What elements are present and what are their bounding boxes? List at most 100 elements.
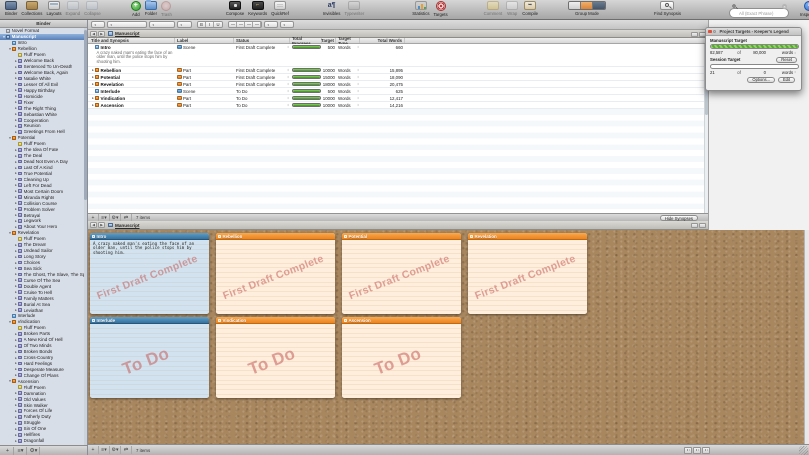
target-type-cell[interactable]: Words bbox=[336, 95, 360, 101]
label-cell[interactable]: Part bbox=[175, 95, 234, 101]
toolbar-button-add[interactable]: Add bbox=[129, 0, 143, 20]
index-card[interactable]: PotentialFirst Draft Complete bbox=[342, 233, 461, 314]
add-menu-button[interactable]: ≡▾ bbox=[15, 447, 27, 455]
font-family-dropdown[interactable] bbox=[107, 21, 147, 28]
italic-button[interactable]: I bbox=[206, 22, 214, 27]
outliner-row[interactable]: ▸AscensionPartTo Do10000Words14,216 bbox=[88, 102, 708, 109]
index-card[interactable]: IntroA crazy naked man's eating the face… bbox=[90, 233, 209, 314]
line-spacing-dropdown[interactable] bbox=[264, 21, 278, 28]
toolbar-button-compile[interactable]: Compile bbox=[520, 0, 540, 20]
toolbar-button-wrap[interactable]: Wrap bbox=[504, 0, 520, 20]
status-cell[interactable]: First Draft Complete bbox=[234, 74, 290, 80]
list-style-dropdown[interactable] bbox=[280, 21, 294, 28]
status-cell[interactable]: First Draft Complete bbox=[234, 44, 290, 50]
label-cell[interactable]: Part bbox=[175, 74, 234, 80]
toolbar-button-collections[interactable]: Collections bbox=[19, 0, 44, 20]
outliner-row[interactable]: IntroA crazy naked man's eating the face… bbox=[88, 44, 708, 67]
label-cell[interactable]: Part bbox=[175, 102, 234, 108]
index-card[interactable]: AscensionTo Do bbox=[342, 317, 461, 398]
target-value[interactable]: 10000 bbox=[322, 67, 336, 73]
column-header-title[interactable]: Title and Synopsis bbox=[88, 38, 175, 43]
index-card-body[interactable]: To Do bbox=[342, 324, 461, 398]
align-justify-button[interactable] bbox=[253, 22, 261, 27]
search-box[interactable]: × bbox=[729, 2, 789, 12]
target-value[interactable]: 500 bbox=[322, 88, 336, 94]
toolbar-button-collapse[interactable]: Collapse bbox=[82, 0, 103, 20]
label-cell[interactable]: Scene bbox=[175, 88, 234, 94]
index-card-body[interactable]: First Draft Complete bbox=[468, 240, 587, 314]
toolbar-button-inspector[interactable]: Inspector bbox=[798, 0, 809, 20]
font-variant-dropdown[interactable] bbox=[149, 21, 175, 28]
back-icon[interactable]: ◀ bbox=[90, 31, 97, 37]
column-header-status[interactable]: Status bbox=[234, 38, 290, 43]
index-card-body[interactable]: To Do bbox=[216, 324, 335, 398]
add-item-button[interactable]: + bbox=[88, 446, 99, 454]
align-left-button[interactable] bbox=[229, 22, 237, 27]
target-value[interactable]: 10000 bbox=[322, 95, 336, 101]
target-value[interactable]: 10000 bbox=[322, 102, 336, 108]
outliner-row[interactable]: ▸PotentialPartFirst Draft Complete15000W… bbox=[88, 74, 708, 81]
targets-titlebar[interactable]: Project Targets - Keeper's Legend bbox=[706, 28, 801, 36]
target-value[interactable]: 15000 bbox=[322, 74, 336, 80]
style-dropdown[interactable] bbox=[91, 21, 105, 28]
view-toggle-icon[interactable]: ⇄ bbox=[121, 446, 132, 454]
index-card-body[interactable]: A crazy naked man's eating the face of a… bbox=[90, 240, 209, 314]
toolbar-button-typewriter[interactable]: Typewriter bbox=[342, 0, 366, 20]
target-type-cell[interactable]: Words bbox=[336, 74, 360, 80]
column-header-total-words[interactable]: Total Words bbox=[360, 38, 405, 43]
index-card-body[interactable]: First Draft Complete bbox=[342, 240, 461, 314]
label-cell[interactable]: Scene bbox=[175, 44, 234, 50]
manuscript-goal-words[interactable]: 80,000 bbox=[746, 50, 766, 55]
binder-item[interactable]: ▸Dragonfall bbox=[0, 438, 87, 444]
toolbar-button-layouts[interactable]: Layouts bbox=[44, 0, 63, 20]
status-cell[interactable]: To Do bbox=[234, 102, 290, 108]
outliner-row[interactable]: ▸VindicationPartTo Do10000Words12,417 bbox=[88, 95, 708, 102]
status-cell[interactable]: To Do bbox=[234, 88, 290, 94]
label-cell[interactable]: Part bbox=[175, 81, 234, 87]
toolbar-button-trash[interactable]: Trash bbox=[159, 0, 174, 20]
align-right-button[interactable] bbox=[245, 22, 253, 27]
goal-stepper[interactable] bbox=[794, 70, 797, 74]
card-size-icon[interactable] bbox=[684, 447, 692, 454]
column-header-target[interactable]: Target bbox=[322, 38, 336, 43]
index-card-body[interactable]: First Draft Complete bbox=[216, 240, 335, 314]
bold-button[interactable]: B bbox=[198, 22, 206, 27]
target-type-cell[interactable]: Words bbox=[336, 88, 360, 94]
toolbar-button-targets[interactable]: Targets bbox=[432, 0, 450, 20]
corkboard-mode-icon[interactable] bbox=[581, 2, 593, 9]
edit-button[interactable]: Edit bbox=[778, 77, 795, 83]
align-center-button[interactable] bbox=[237, 22, 245, 27]
session-goal-words[interactable]: 0 bbox=[746, 70, 766, 75]
font-size-dropdown[interactable] bbox=[177, 21, 192, 28]
column-header-progress[interactable]: Total Progress bbox=[290, 38, 322, 43]
target-type-cell[interactable]: Words bbox=[336, 102, 360, 108]
toolbar-button-binder[interactable]: Binder bbox=[3, 0, 19, 20]
toolbar-button-keywords[interactable]: Keywords bbox=[246, 0, 269, 20]
toolbar-button-invisibles[interactable]: Invisibles bbox=[321, 0, 343, 20]
close-split-icon[interactable] bbox=[699, 223, 706, 228]
reset-button[interactable]: Reset bbox=[776, 57, 797, 63]
search-input[interactable] bbox=[729, 8, 789, 18]
target-type-cell[interactable]: Words bbox=[336, 81, 360, 87]
action-gear-button[interactable]: ⚙▾ bbox=[110, 446, 121, 454]
keyword-chips-icon[interactable] bbox=[693, 447, 701, 454]
binder-scrollbar-thumb[interactable] bbox=[84, 30, 87, 200]
index-card[interactable]: RevelationFirst Draft Complete bbox=[468, 233, 587, 314]
target-type-cell[interactable]: Words bbox=[336, 44, 360, 50]
corkboard-scrollbar[interactable] bbox=[804, 230, 809, 444]
underline-button[interactable]: U bbox=[214, 22, 222, 27]
document-mode-icon[interactable] bbox=[569, 2, 581, 9]
outliner-row[interactable]: ▸RebellionPartFirst Draft Complete10000W… bbox=[88, 67, 708, 74]
window-resize-grip[interactable] bbox=[799, 446, 808, 455]
index-card[interactable]: RebellionFirst Draft Complete bbox=[216, 233, 335, 314]
add-item-button[interactable]: + bbox=[2, 447, 14, 455]
toolbar-button-comment[interactable]: Comment bbox=[482, 0, 505, 20]
toolbar-button-compose[interactable]: Compose bbox=[224, 0, 246, 20]
toolbar-button-find-synopsis[interactable]: Find Synopsis bbox=[652, 0, 683, 20]
split-view-icon[interactable] bbox=[691, 223, 698, 228]
outliner-row[interactable]: InterludeSceneTo Do500Words625 bbox=[88, 88, 708, 95]
toolbar-button-statistics[interactable]: Statistics bbox=[410, 0, 431, 20]
goal-stepper[interactable] bbox=[794, 51, 797, 55]
column-header-target-type[interactable]: Target Type bbox=[336, 38, 360, 43]
target-value[interactable]: 500 bbox=[322, 44, 336, 50]
